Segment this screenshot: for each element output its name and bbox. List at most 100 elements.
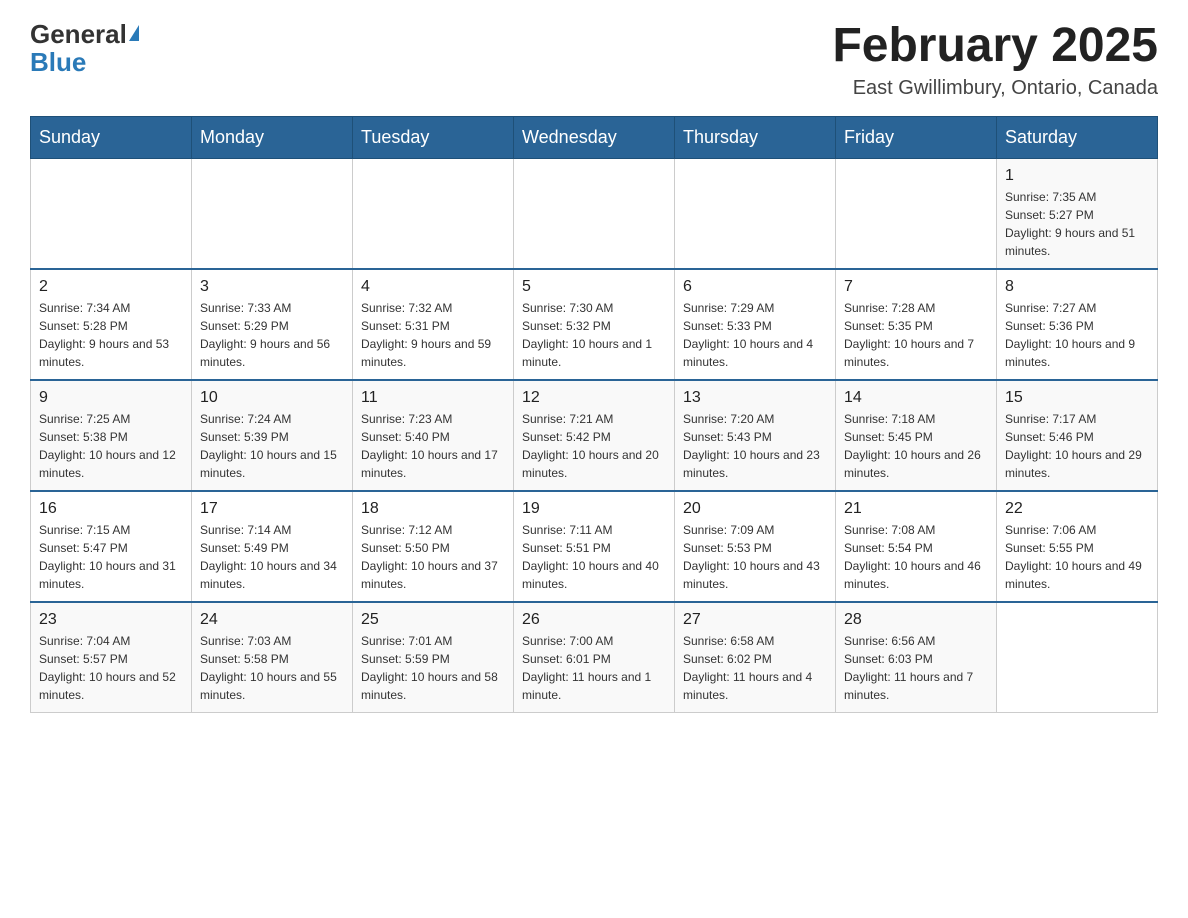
calendar-day-cell: 11 Sunrise: 7:23 AMSunset: 5:40 PMDayligh… xyxy=(353,380,514,491)
day-info: Sunrise: 7:14 AMSunset: 5:49 PMDaylight:… xyxy=(200,521,344,593)
col-wednesday: Wednesday xyxy=(514,116,675,158)
day-info: Sunrise: 6:58 AMSunset: 6:02 PMDaylight:… xyxy=(683,632,827,704)
calendar-week-row: 23 Sunrise: 7:04 AMSunset: 5:57 PMDayligh… xyxy=(31,602,1158,713)
calendar-day-cell xyxy=(836,158,997,269)
day-number: 15 xyxy=(1005,389,1149,407)
calendar-day-cell: 16Sunrise: 7:15 AMSunset: 5:47 PMDayligh… xyxy=(31,491,192,602)
calendar-day-cell: 14 Sunrise: 7:18 AMSunset: 5:45 PMDayligh… xyxy=(836,380,997,491)
day-info: Sunrise: 7:17 AMSunset: 5:46 PMDaylight:… xyxy=(1005,410,1149,482)
calendar-day-cell: 10 Sunrise: 7:24 AMSunset: 5:39 PMDayligh… xyxy=(192,380,353,491)
month-title: February 2025 xyxy=(832,20,1158,73)
logo-triangle-icon xyxy=(129,25,139,41)
day-info: Sunrise: 7:24 AMSunset: 5:39 PMDaylight:… xyxy=(200,410,344,482)
calendar-day-cell: 3 Sunrise: 7:33 AMSunset: 5:29 PMDaylight… xyxy=(192,269,353,380)
col-sunday: Sunday xyxy=(31,116,192,158)
day-info: Sunrise: 7:32 AMSunset: 5:31 PMDaylight:… xyxy=(361,299,505,371)
day-info: Sunrise: 7:25 AMSunset: 5:38 PMDaylight:… xyxy=(39,410,183,482)
calendar-day-cell: 2 Sunrise: 7:34 AMSunset: 5:28 PMDaylight… xyxy=(31,269,192,380)
day-info: Sunrise: 7:35 AMSunset: 5:27 PMDaylight:… xyxy=(1005,188,1149,260)
page-header: General Blue February 2025 East Gwillimb… xyxy=(30,20,1158,100)
calendar-day-cell: 8Sunrise: 7:27 AMSunset: 5:36 PMDaylight… xyxy=(997,269,1158,380)
day-number: 1 xyxy=(1005,167,1149,185)
day-number: 3 xyxy=(200,278,344,296)
calendar-day-cell: 23 Sunrise: 7:04 AMSunset: 5:57 PMDayligh… xyxy=(31,602,192,713)
day-number: 4 xyxy=(361,278,505,296)
day-info: Sunrise: 7:27 AMSunset: 5:36 PMDaylight:… xyxy=(1005,299,1149,371)
day-number: 27 xyxy=(683,611,827,629)
calendar-week-row: 9 Sunrise: 7:25 AMSunset: 5:38 PMDaylight… xyxy=(31,380,1158,491)
day-info: Sunrise: 7:00 AMSunset: 6:01 PMDaylight:… xyxy=(522,632,666,704)
calendar-day-cell: 4 Sunrise: 7:32 AMSunset: 5:31 PMDaylight… xyxy=(353,269,514,380)
calendar-table: Sunday Monday Tuesday Wednesday Thursday… xyxy=(30,116,1158,713)
calendar-day-cell: 18 Sunrise: 7:12 AMSunset: 5:50 PMDayligh… xyxy=(353,491,514,602)
col-friday: Friday xyxy=(836,116,997,158)
calendar-day-cell: 15 Sunrise: 7:17 AMSunset: 5:46 PMDayligh… xyxy=(997,380,1158,491)
calendar-week-row: 2 Sunrise: 7:34 AMSunset: 5:28 PMDaylight… xyxy=(31,269,1158,380)
day-info: Sunrise: 7:08 AMSunset: 5:54 PMDaylight:… xyxy=(844,521,988,593)
day-info: Sunrise: 7:01 AMSunset: 5:59 PMDaylight:… xyxy=(361,632,505,704)
logo: General Blue xyxy=(30,20,139,78)
title-block: February 2025 East Gwillimbury, Ontario,… xyxy=(832,20,1158,100)
day-info: Sunrise: 7:33 AMSunset: 5:29 PMDaylight:… xyxy=(200,299,344,371)
location-text: East Gwillimbury, Ontario, Canada xyxy=(832,77,1158,100)
calendar-day-cell: 19 Sunrise: 7:11 AMSunset: 5:51 PMDayligh… xyxy=(514,491,675,602)
calendar-week-row: 16Sunrise: 7:15 AMSunset: 5:47 PMDayligh… xyxy=(31,491,1158,602)
day-number: 22 xyxy=(1005,500,1149,518)
calendar-day-cell xyxy=(192,158,353,269)
day-info: Sunrise: 7:15 AMSunset: 5:47 PMDaylight:… xyxy=(39,521,183,593)
day-info: Sunrise: 7:04 AMSunset: 5:57 PMDaylight:… xyxy=(39,632,183,704)
day-info: Sunrise: 7:23 AMSunset: 5:40 PMDaylight:… xyxy=(361,410,505,482)
day-info: Sunrise: 7:09 AMSunset: 5:53 PMDaylight:… xyxy=(683,521,827,593)
col-tuesday: Tuesday xyxy=(353,116,514,158)
day-number: 21 xyxy=(844,500,988,518)
day-number: 24 xyxy=(200,611,344,629)
day-number: 25 xyxy=(361,611,505,629)
day-number: 6 xyxy=(683,278,827,296)
calendar-day-cell: 13Sunrise: 7:20 AMSunset: 5:43 PMDayligh… xyxy=(675,380,836,491)
day-info: Sunrise: 7:29 AMSunset: 5:33 PMDaylight:… xyxy=(683,299,827,371)
day-info: Sunrise: 7:12 AMSunset: 5:50 PMDaylight:… xyxy=(361,521,505,593)
day-info: Sunrise: 7:03 AMSunset: 5:58 PMDaylight:… xyxy=(200,632,344,704)
day-info: Sunrise: 6:56 AMSunset: 6:03 PMDaylight:… xyxy=(844,632,988,704)
logo-blue-text: Blue xyxy=(30,48,139,78)
calendar-day-cell: 9 Sunrise: 7:25 AMSunset: 5:38 PMDaylight… xyxy=(31,380,192,491)
calendar-day-cell: 7 Sunrise: 7:28 AMSunset: 5:35 PMDaylight… xyxy=(836,269,997,380)
day-info: Sunrise: 7:28 AMSunset: 5:35 PMDaylight:… xyxy=(844,299,988,371)
calendar-day-cell: 22Sunrise: 7:06 AMSunset: 5:55 PMDayligh… xyxy=(997,491,1158,602)
calendar-day-cell: 6 Sunrise: 7:29 AMSunset: 5:33 PMDaylight… xyxy=(675,269,836,380)
calendar-day-cell: 27 Sunrise: 6:58 AMSunset: 6:02 PMDayligh… xyxy=(675,602,836,713)
day-number: 10 xyxy=(200,389,344,407)
calendar-day-cell: 28Sunrise: 6:56 AMSunset: 6:03 PMDayligh… xyxy=(836,602,997,713)
calendar-day-cell: 1 Sunrise: 7:35 AMSunset: 5:27 PMDaylight… xyxy=(997,158,1158,269)
day-number: 23 xyxy=(39,611,183,629)
calendar-day-cell: 5Sunrise: 7:30 AMSunset: 5:32 PMDaylight… xyxy=(514,269,675,380)
day-number: 18 xyxy=(361,500,505,518)
day-number: 19 xyxy=(522,500,666,518)
calendar-day-cell xyxy=(514,158,675,269)
calendar-day-cell: 26 Sunrise: 7:00 AMSunset: 6:01 PMDayligh… xyxy=(514,602,675,713)
day-info: Sunrise: 7:18 AMSunset: 5:45 PMDaylight:… xyxy=(844,410,988,482)
calendar-day-cell: 12 Sunrise: 7:21 AMSunset: 5:42 PMDayligh… xyxy=(514,380,675,491)
calendar-day-cell: 24 Sunrise: 7:03 AMSunset: 5:58 PMDayligh… xyxy=(192,602,353,713)
day-info: Sunrise: 7:11 AMSunset: 5:51 PMDaylight:… xyxy=(522,521,666,593)
col-saturday: Saturday xyxy=(997,116,1158,158)
day-number: 9 xyxy=(39,389,183,407)
day-info: Sunrise: 7:30 AMSunset: 5:32 PMDaylight:… xyxy=(522,299,666,371)
day-number: 17 xyxy=(200,500,344,518)
col-monday: Monday xyxy=(192,116,353,158)
day-number: 7 xyxy=(844,278,988,296)
day-number: 12 xyxy=(522,389,666,407)
day-number: 14 xyxy=(844,389,988,407)
calendar-day-cell xyxy=(353,158,514,269)
col-thursday: Thursday xyxy=(675,116,836,158)
calendar-day-cell: 20 Sunrise: 7:09 AMSunset: 5:53 PMDayligh… xyxy=(675,491,836,602)
day-number: 13 xyxy=(683,389,827,407)
day-number: 26 xyxy=(522,611,666,629)
day-info: Sunrise: 7:34 AMSunset: 5:28 PMDaylight:… xyxy=(39,299,183,371)
day-info: Sunrise: 7:21 AMSunset: 5:42 PMDaylight:… xyxy=(522,410,666,482)
calendar-header-row: Sunday Monday Tuesday Wednesday Thursday… xyxy=(31,116,1158,158)
day-number: 20 xyxy=(683,500,827,518)
calendar-day-cell: 17 Sunrise: 7:14 AMSunset: 5:49 PMDayligh… xyxy=(192,491,353,602)
day-number: 11 xyxy=(361,389,505,407)
day-number: 2 xyxy=(39,278,183,296)
